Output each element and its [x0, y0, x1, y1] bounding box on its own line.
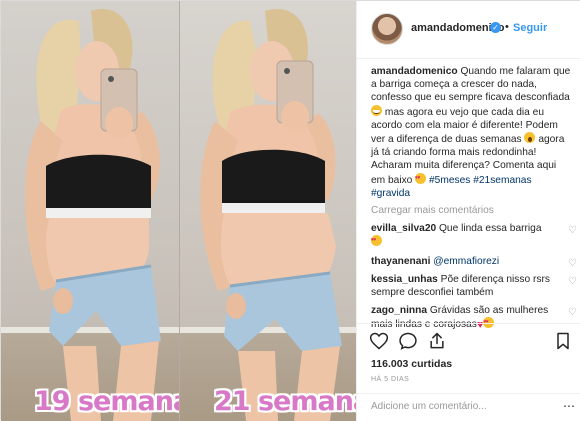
load-more-comments-link[interactable]: Carregar mais comentários — [371, 204, 571, 217]
comment-item: kessia_unhas Põe diferença nisso rsrs se… — [371, 273, 577, 299]
post-photo[interactable]: 19 semanas — [1, 1, 356, 421]
comment-username[interactable]: evilla_silva20 — [371, 223, 436, 234]
like-heart-icon[interactable] — [369, 331, 389, 351]
avatar[interactable] — [371, 13, 403, 45]
comment-text: Que linda essa barriga — [436, 223, 542, 235]
separator-dot: • — [505, 21, 509, 33]
hashtag-gravida[interactable]: #gravida — [371, 188, 410, 199]
share-icon[interactable] — [427, 331, 447, 351]
add-comment-input[interactable] — [371, 401, 521, 412]
screaming-emoji-icon — [524, 132, 536, 144]
save-bookmark-icon[interactable] — [553, 331, 573, 351]
comment-item: evilla_silva20 Que linda essa barriga ♡ — [371, 222, 577, 249]
post-side-panel: amandadomenico ✓ • Seguir amandadomenico… — [356, 1, 580, 421]
likes-count[interactable]: 116.003 curtidas — [371, 358, 452, 370]
heart-eyes-emoji-icon — [371, 234, 382, 248]
comment-item: thayanenani @emmafiorezi ♡ — [371, 255, 577, 269]
verified-badge-icon: ✓ — [490, 22, 501, 33]
like-comment-heart-icon[interactable]: ♡ — [568, 275, 577, 288]
more-options-icon[interactable]: ⋯ — [563, 399, 575, 413]
post-timestamp: HÁ 5 DIAS — [371, 376, 410, 383]
hashtag-5meses[interactable]: #5meses — [429, 175, 470, 186]
photo-panel-19-weeks: 19 semanas — [1, 1, 179, 421]
post-header: amandadomenico ✓ • Seguir — [357, 1, 580, 59]
week-label-19: 19 semanas — [34, 386, 179, 417]
follow-button[interactable]: Seguir — [513, 22, 547, 34]
comment-username[interactable]: kessia_unhas — [371, 274, 438, 285]
comments-section: amandadomenico Quando me falaram que a b… — [371, 65, 577, 338]
comment-mention[interactable]: @emmafiorezi — [433, 256, 499, 267]
post-caption: amandadomenico Quando me falaram que a b… — [371, 65, 571, 200]
like-comment-heart-icon[interactable]: ♡ — [568, 257, 577, 270]
photo-panel-21-weeks: 21 semanas — [180, 1, 356, 421]
like-comment-heart-icon[interactable]: ♡ — [568, 306, 577, 319]
comment-username[interactable]: thayanenani — [371, 256, 430, 267]
hashtag-21semanas[interactable]: #21semanas — [473, 175, 531, 186]
caption-username[interactable]: amandadomenico — [371, 66, 458, 77]
woman-figure-right — [200, 9, 342, 421]
woman-figure-left — [25, 9, 161, 421]
add-comment-bar — [357, 393, 580, 421]
comment-username[interactable]: zago_ninna — [371, 305, 427, 316]
post-actions-bar — [357, 323, 580, 355]
instagram-post: 19 semanas — [0, 0, 580, 421]
like-comment-heart-icon[interactable]: ♡ — [568, 224, 577, 237]
week-label-21: 21 semanas — [214, 386, 356, 417]
grimacing-emoji-icon — [371, 104, 382, 116]
heart-eyes-emoji-icon — [415, 172, 427, 185]
comment-bubble-icon[interactable] — [398, 331, 418, 351]
